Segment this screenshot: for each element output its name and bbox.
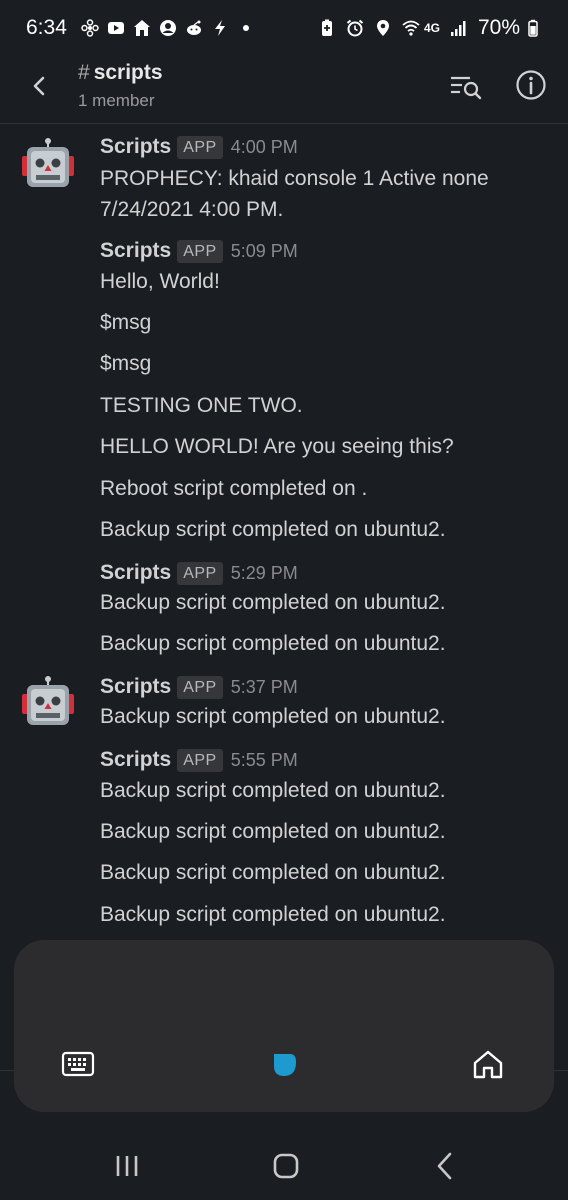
smart-home-icon (133, 19, 151, 37)
message-time: 4:00 PM (230, 136, 298, 157)
message-text[interactable]: TESTING ONE TWO. (100, 394, 303, 418)
message-text[interactable]: Backup script completed on ubuntu2. (100, 632, 446, 656)
channel-title[interactable]: # scripts (78, 61, 163, 85)
battery-saver-icon (318, 19, 336, 37)
message-text[interactable]: Backup script completed on ubuntu2. (100, 820, 446, 844)
message-text[interactable]: Backup script completed on ubuntu2. (100, 861, 446, 885)
channel-info-button[interactable] (514, 68, 548, 102)
battery-icon (524, 19, 542, 37)
message-text[interactable]: $msg (100, 352, 151, 376)
network-type: 4G (423, 21, 440, 35)
location-icon (374, 19, 392, 37)
nav-home-icon (273, 1153, 299, 1179)
bolt-icon (211, 19, 229, 37)
message-time: 5:55 PM (230, 749, 298, 770)
message-header: Scripts APP 5:37 PM (100, 673, 298, 701)
screen: 6:34 4G 70% # scripts 1 member Scripts A… (0, 0, 568, 1200)
sender-name[interactable]: Scripts (100, 239, 171, 263)
pinwheel-icon (81, 19, 99, 37)
app-badge: APP (177, 135, 223, 159)
nav-back-icon (437, 1152, 452, 1180)
robot-icon (22, 676, 74, 725)
message-text[interactable]: Backup script completed on ubuntu2. (100, 903, 446, 927)
sender-name[interactable]: Scripts (100, 748, 171, 772)
account-icon (159, 19, 177, 37)
nav-home-button[interactable] (268, 1148, 304, 1184)
message-text[interactable]: Hello, World! (100, 270, 220, 294)
sender-name[interactable]: Scripts (100, 675, 171, 699)
sender-name[interactable]: Scripts (100, 135, 171, 159)
message-text[interactable]: Backup script completed on ubuntu2. (100, 591, 446, 615)
keyboard-button[interactable] (60, 1046, 96, 1082)
message-header: Scripts APP 5:09 PM (100, 237, 298, 265)
battery-percent: 70% (477, 16, 520, 39)
assistant-drop-icon (274, 1054, 296, 1076)
member-count[interactable]: 1 member (78, 91, 155, 111)
home-icon (473, 1050, 503, 1079)
message-header: Scripts APP 5:55 PM (100, 746, 298, 774)
reddit-icon (185, 19, 203, 37)
bot-avatar[interactable] (22, 676, 78, 732)
search-messages-button[interactable] (448, 70, 484, 102)
channel-header: # scripts 1 member (0, 56, 568, 124)
signal-icon (450, 19, 468, 37)
app-badge: APP (177, 239, 223, 263)
message-time: 5:37 PM (230, 676, 298, 697)
wifi-icon (402, 19, 420, 37)
nav-back-button[interactable] (427, 1148, 463, 1184)
message-text[interactable]: $msg (100, 311, 151, 335)
system-nav-bar (0, 1130, 568, 1200)
status-bar: 6:34 4G 70% (0, 0, 568, 56)
back-button[interactable] (24, 70, 56, 102)
message-header: Scripts APP 4:00 PM (100, 133, 298, 161)
message-list[interactable]: Scripts APP 4:00 PM PROPHECY: khaid cons… (0, 124, 568, 954)
app-badge: APP (177, 748, 223, 772)
back-arrow-icon (33, 76, 45, 96)
message-text[interactable]: 7/24/2021 4:00 PM. (100, 198, 283, 222)
message-text[interactable]: PROPHECY: khaid console 1 Active none (100, 167, 489, 191)
message-text[interactable]: Backup script completed on ubuntu2. (100, 518, 446, 542)
recents-button[interactable] (109, 1148, 145, 1184)
bot-avatar[interactable] (22, 138, 78, 194)
recents-icon (116, 1156, 138, 1176)
message-time: 5:29 PM (230, 562, 298, 583)
robot-icon (22, 138, 74, 187)
message-text[interactable]: Backup script completed on ubuntu2. (100, 779, 446, 803)
app-badge: APP (177, 675, 223, 699)
home-button[interactable] (470, 1046, 506, 1082)
message-time: 5:09 PM (230, 240, 298, 261)
message-header: Scripts APP 5:29 PM (100, 559, 298, 587)
search-messages-icon (451, 76, 482, 100)
more-notifications-dot (242, 25, 249, 31)
app-badge: APP (177, 561, 223, 585)
message-text[interactable]: Backup script completed on ubuntu2. (100, 705, 446, 729)
message-text[interactable]: HELLO WORLD! Are you seeing this? (100, 435, 454, 459)
sender-name[interactable]: Scripts (100, 561, 171, 585)
keyboard-toolbar-overlay (14, 940, 554, 1112)
notification-icons (81, 19, 249, 37)
channel-name: scripts (93, 61, 163, 84)
keyboard-icon (61, 1051, 95, 1077)
status-right: 4G 70% (318, 16, 542, 40)
info-icon (516, 70, 546, 100)
message-text[interactable]: Reboot script completed on . (100, 477, 367, 501)
status-time: 6:34 (26, 16, 67, 39)
assistant-button[interactable] (266, 1046, 302, 1082)
alarm-icon (346, 19, 364, 37)
hash-symbol: # (78, 61, 90, 84)
youtube-icon (107, 19, 125, 37)
